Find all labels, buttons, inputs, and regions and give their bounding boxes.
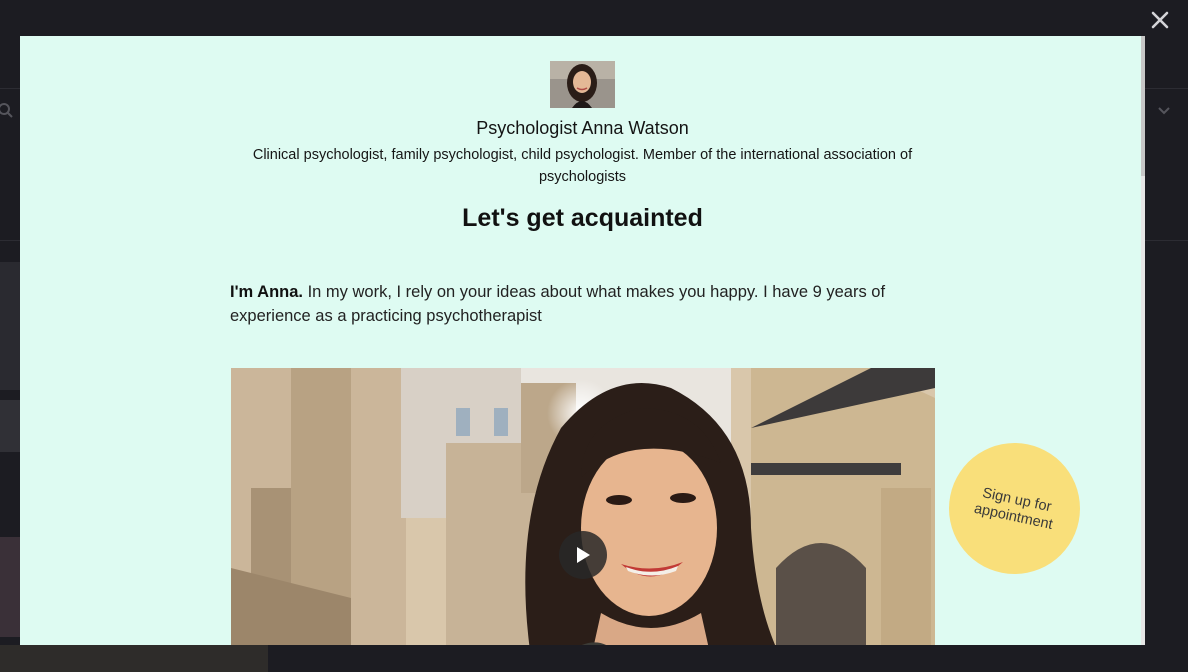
background-divider [1145,88,1188,89]
psychologist-modal: Psychologist Anna Watson Clinical psycho… [20,36,1145,645]
sign-up-label: Sign up for appointment [972,484,1054,533]
background-card [0,645,268,672]
close-button[interactable] [1146,6,1174,34]
intro-video[interactable] [231,368,935,645]
search-icon [0,103,13,118]
play-icon [577,547,590,563]
background-card [0,400,20,452]
close-icon[interactable] [1151,11,1169,29]
background-card [0,537,20,637]
psychologist-name: Psychologist Anna Watson [476,118,689,138]
intro-paragraph: I'm Anna. In my work, I rely on your ide… [230,280,930,328]
avatar [550,61,615,108]
intro-text: In my work, I rely on your ideas about w… [230,283,886,325]
play-button[interactable] [559,531,607,579]
psychologist-description: Clinical psychologist, family psychologi… [252,147,913,185]
background-divider [0,240,20,241]
background-divider [0,88,20,89]
background-divider [1145,240,1188,241]
sign-up-appointment-button[interactable]: Sign up for appointment [949,443,1080,574]
chevron-down-icon [1158,107,1170,115]
intro-lead: I'm Anna. [230,283,303,301]
video-thumbnail [231,368,935,645]
scrollbar-thumb[interactable] [1141,36,1145,176]
background-card [0,262,20,390]
section-heading: Let's get acquainted [462,204,703,232]
